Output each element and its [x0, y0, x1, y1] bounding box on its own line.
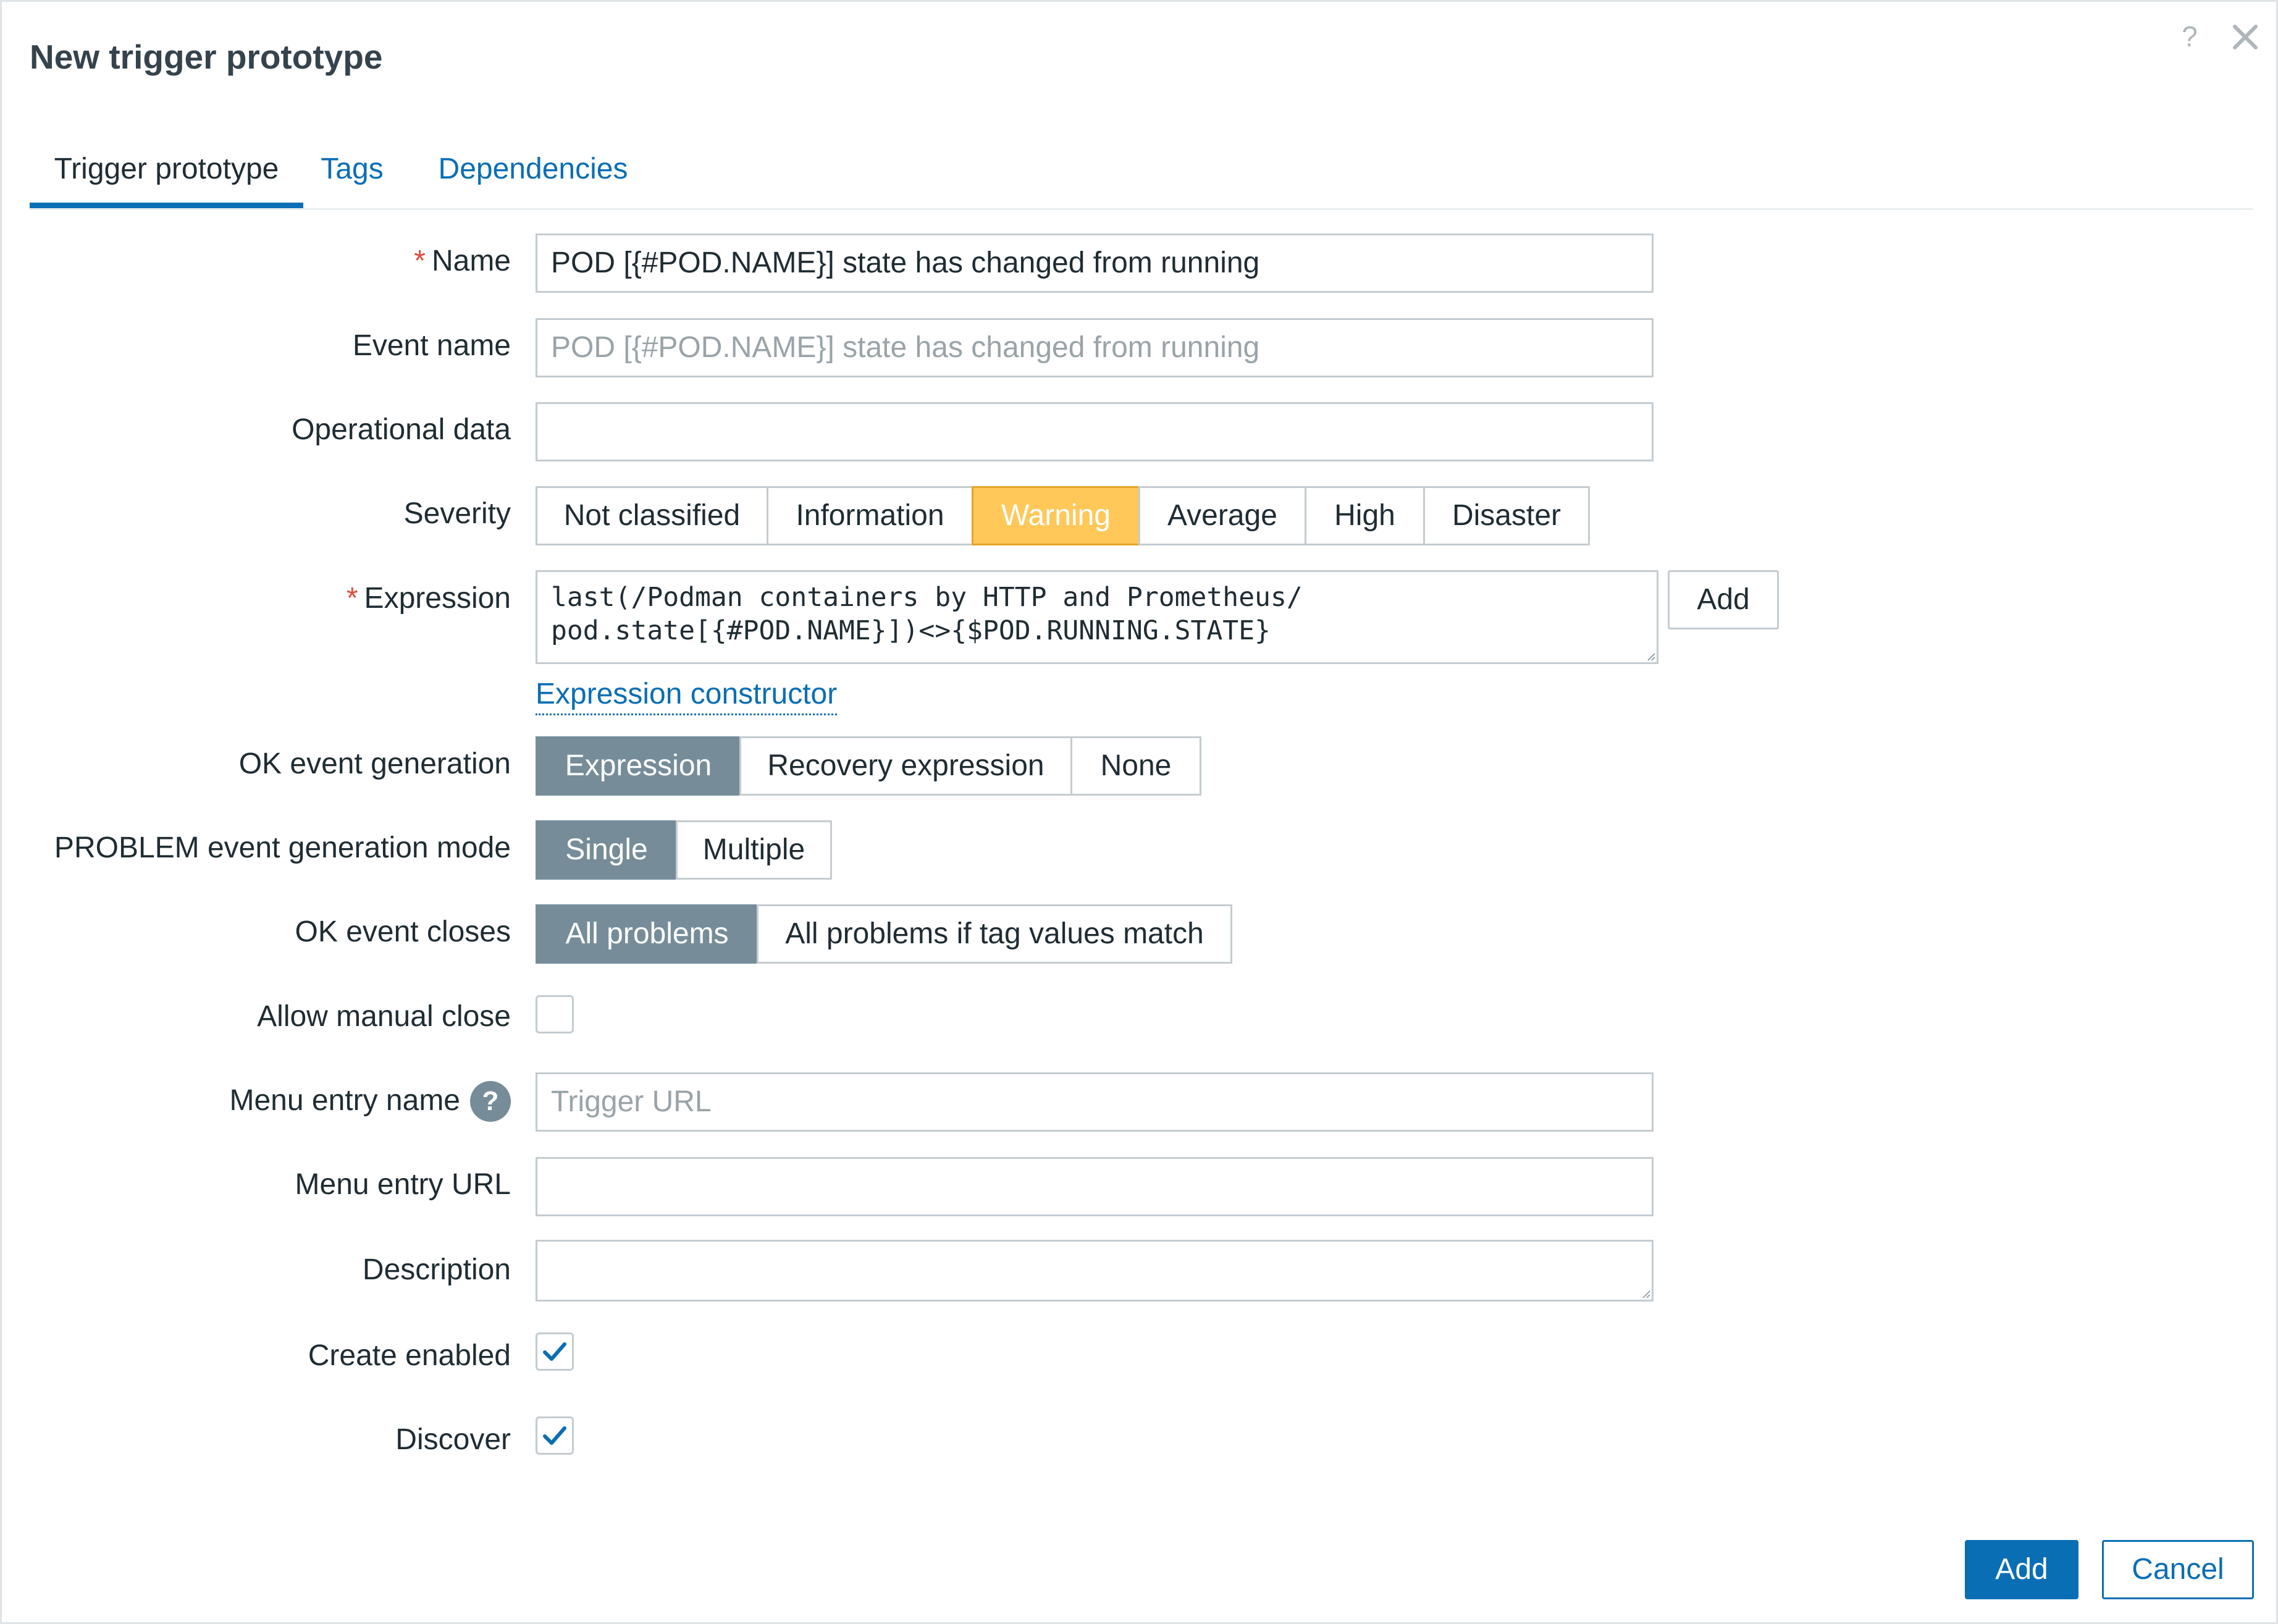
severity-high[interactable]: High	[1305, 486, 1425, 545]
required-marker: *	[414, 245, 426, 277]
dialog-add-button[interactable]: Add	[1965, 1540, 2078, 1599]
menu-entry-url-input[interactable]	[536, 1157, 1654, 1216]
expression-textarea[interactable]: last(/Podman containers by HTTP and Prom…	[536, 570, 1658, 664]
tab-dependencies[interactable]: Dependencies	[430, 143, 636, 208]
ok-closes-all-problems[interactable]: All problems	[536, 904, 759, 964]
checkmark-icon	[543, 1426, 566, 1445]
tab-tags[interactable]: Tags	[312, 143, 392, 208]
problem-mode-selector: Single Multiple	[536, 820, 832, 880]
ok-generation-none[interactable]: None	[1070, 736, 1201, 796]
discover-checkbox[interactable]	[536, 1416, 574, 1455]
problem-mode-multiple[interactable]: Multiple	[676, 820, 832, 880]
close-icon[interactable]	[2228, 18, 2263, 55]
ok-event-generation-selector: Expression Recovery expression None	[536, 736, 1201, 796]
severity-label: Severity	[403, 497, 511, 530]
severity-average[interactable]: Average	[1138, 486, 1306, 545]
question-icon[interactable]: ?	[470, 1081, 511, 1122]
ok-event-closes-selector: All problems All problems if tag values …	[536, 904, 1232, 964]
menu-entry-url-label: Menu entry URL	[295, 1168, 511, 1201]
required-marker: *	[346, 582, 358, 615]
expression-add-button[interactable]: Add	[1668, 570, 1779, 629]
resize-handle-icon[interactable]	[1642, 1290, 1650, 1298]
operational-data-label: Operational data	[292, 413, 511, 446]
menu-entry-name-label: Menu entry name	[229, 1084, 460, 1117]
description-textarea[interactable]	[536, 1240, 1654, 1302]
create-enabled-label: Create enabled	[308, 1339, 511, 1372]
severity-selector: Not classified Information Warning Avera…	[536, 486, 1590, 545]
checkmark-icon	[543, 1342, 566, 1361]
name-label-text: Name	[431, 245, 511, 277]
resize-handle-icon[interactable]	[1647, 652, 1655, 661]
dialog-help-icon[interactable]: ?	[2177, 18, 2202, 55]
operational-data-input[interactable]	[536, 402, 1654, 461]
name-label: * Name	[2, 244, 511, 278]
severity-information[interactable]: Information	[767, 486, 973, 545]
tab-trigger-prototype[interactable]: Trigger prototype	[30, 143, 303, 208]
create-enabled-checkbox[interactable]	[536, 1332, 574, 1371]
tab-bar: Trigger prototype Tags Dependencies	[30, 143, 2253, 210]
expression-line-2: pod.state[{#POD.NAME}])<>{$POD.RUNNING.S…	[551, 615, 1271, 646]
problem-mode-label: PROBLEM event generation mode	[54, 831, 511, 864]
expression-label-text: Expression	[364, 582, 511, 615]
description-label: Description	[362, 1253, 511, 1286]
severity-disaster[interactable]: Disaster	[1423, 486, 1590, 545]
dialog-title: New trigger prototype	[30, 38, 383, 76]
event-name-label: Event name	[352, 329, 511, 362]
ok-event-closes-label: OK event closes	[295, 915, 511, 948]
ok-generation-recovery-expression[interactable]: Recovery expression	[739, 736, 1072, 796]
severity-not-classified[interactable]: Not classified	[536, 486, 768, 545]
allow-manual-close-checkbox[interactable]	[536, 995, 574, 1033]
expression-label: * Expression	[2, 581, 511, 615]
event-name-input[interactable]: POD [{#POD.NAME}] state has changed from…	[536, 318, 1654, 377]
discover-label: Discover	[395, 1423, 511, 1456]
ok-event-generation-label: OK event generation	[238, 747, 511, 780]
ok-generation-expression[interactable]: Expression	[536, 736, 741, 796]
name-input[interactable]: POD [{#POD.NAME}] state has changed from…	[536, 234, 1654, 293]
ok-closes-tag-match[interactable]: All problems if tag values match	[757, 904, 1232, 964]
expression-constructor-link[interactable]: Expression constructor	[536, 675, 838, 715]
trigger-prototype-dialog: New trigger prototype ? Trigger prototyp…	[0, 0, 2278, 1624]
problem-mode-single[interactable]: Single	[536, 820, 678, 880]
allow-manual-close-label: Allow manual close	[257, 1000, 511, 1033]
menu-entry-name-input[interactable]: Trigger URL	[536, 1072, 1654, 1132]
severity-warning[interactable]: Warning	[972, 486, 1140, 545]
close-icon-graphic	[2233, 25, 2258, 49]
expression-line-1: last(/Podman containers by HTTP and Prom…	[551, 582, 1303, 613]
dialog-cancel-button[interactable]: Cancel	[2102, 1540, 2254, 1599]
